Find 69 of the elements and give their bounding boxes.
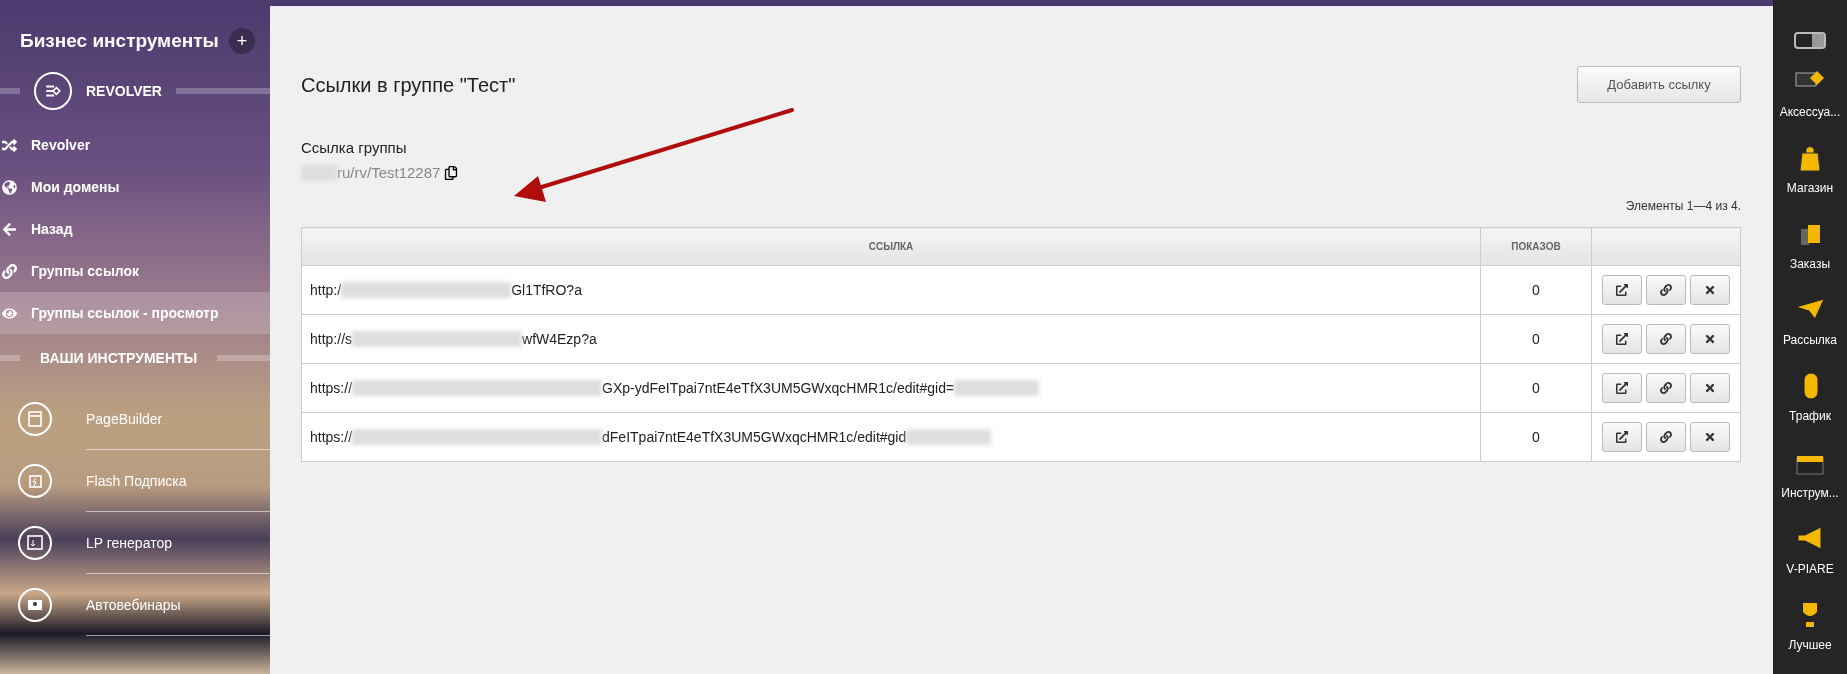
globe-icon [2,179,17,195]
pagination-counter: Элементы 1—4 из 4. [1624,199,1741,213]
link-button[interactable] [1646,275,1686,305]
external-link-icon [1616,333,1628,345]
add-link-button[interactable]: Добавить ссылку [1577,66,1741,103]
delete-button[interactable] [1690,275,1730,305]
section-heading: REVOLVER [86,83,162,99]
url-text: GXp-ydFeITpai7ntE4eTfX3UM5GWxqcHMR1c/edit#gid= [602,380,955,396]
link-button[interactable] [1646,373,1686,403]
close-icon [1704,333,1716,345]
menu-item[interactable]: Группы ссылок [0,250,270,292]
screen-icon [18,588,52,622]
external-link-icon [1616,284,1628,296]
delete-button[interactable] [1690,422,1730,452]
external-link-icon [1616,431,1628,443]
column-header: ПОКАЗОВ [1480,227,1592,266]
close-icon [1704,382,1716,394]
dock-label[interactable]: Лучшее [1788,637,1832,652]
dock-label[interactable]: Трафик [1789,409,1831,424]
download-icon [18,526,52,560]
link-button[interactable] [1646,422,1686,452]
url-text: Gl1TfRO?a [511,282,582,298]
close-icon [1704,284,1716,296]
delete-button[interactable] [1690,373,1730,403]
open-button[interactable] [1602,275,1642,305]
section-heading: ВАШИ ИНСТРУМЕНТЫ [40,350,198,366]
dock-label[interactable]: Инструм... [1781,485,1839,500]
url-text: https:// [310,429,353,445]
page-title: Ссылки в группе "Тест" [301,74,516,97]
link-button[interactable] [1646,324,1686,354]
column-header: ССЫЛКА [301,227,1481,266]
link-icon [1660,333,1672,345]
flash-icon [18,464,52,498]
url-text: dFeITpai7ntE4eTfX3UM5GWxqcHMR1c/edit#gid [602,429,907,445]
views-cell: 0 [1480,314,1592,364]
dock-label[interactable]: Рассылка [1782,333,1838,348]
toggle-switch[interactable] [1794,32,1826,49]
menu-item[interactable]: Revolver [0,124,270,166]
add-button[interactable]: + [229,28,255,54]
shuffle-icon [2,137,17,153]
url-text: http:/ [310,282,342,298]
dock-label[interactable]: Магазин [1786,181,1834,195]
revolver-icon [34,72,72,110]
external-link-icon [1616,382,1628,394]
link-icon [2,263,17,279]
close-icon [1704,431,1716,443]
dock-label[interactable]: V-PIARE [1786,561,1834,576]
url-text: http://s [310,331,353,347]
link-icon [1660,431,1672,443]
open-button[interactable] [1602,422,1642,452]
delete-button[interactable] [1690,324,1730,354]
link-icon [1660,382,1672,394]
url-text: https:// [310,380,353,396]
views-cell: 0 [1480,363,1592,413]
arrow-left-icon [2,221,17,237]
views-cell: 0 [1480,412,1592,462]
open-button[interactable] [1602,324,1642,354]
dock-label[interactable]: Заказы [1789,257,1831,272]
url-text: wfW4Ezp?a [522,331,597,347]
sidebar-title: Бизнес инструменты [20,30,219,52]
open-button[interactable] [1602,373,1642,403]
dock-label[interactable]: Аксессуа... [1779,104,1841,119]
menu-item[interactable]: Назад [0,208,270,250]
group-link-label: Ссылка группы [301,139,408,156]
link-icon [1660,284,1672,296]
layout-icon [18,402,52,436]
views-cell: 0 [1480,265,1592,315]
copy-icon[interactable] [444,165,459,180]
menu-item[interactable]: Мои домены [0,166,270,208]
